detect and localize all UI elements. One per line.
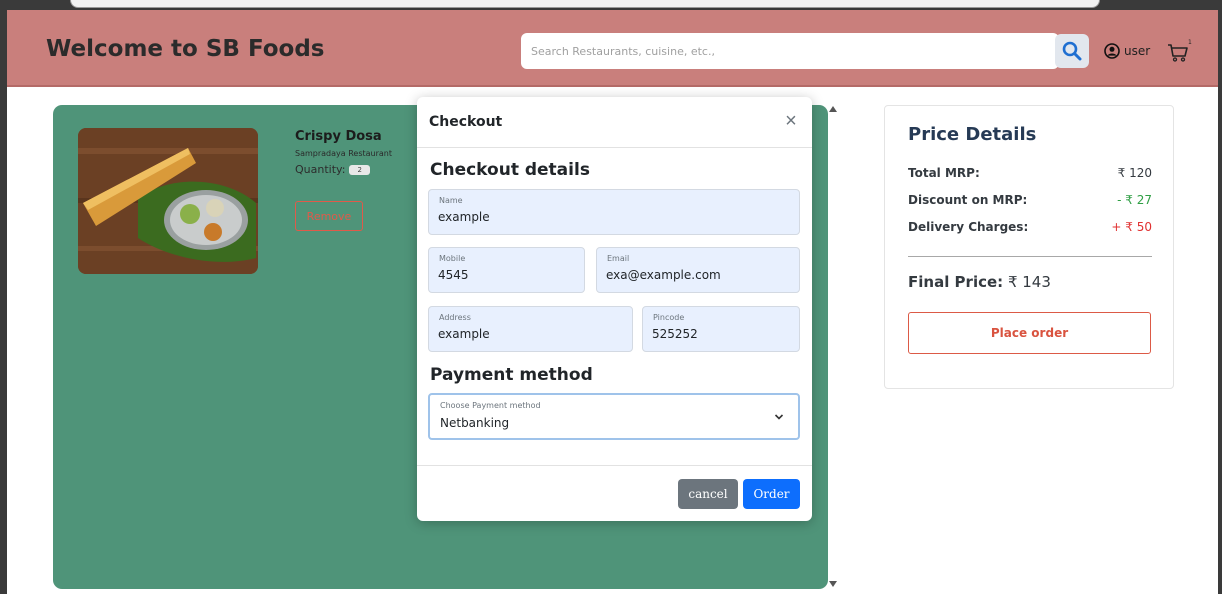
payment-method-heading: Payment method bbox=[430, 365, 593, 385]
payment-method-select[interactable]: Choose Payment method Netbanking bbox=[428, 393, 800, 440]
payment-method-label: Choose Payment method bbox=[440, 401, 541, 410]
mobile-field[interactable]: Mobile bbox=[428, 247, 585, 293]
checkout-details-heading: Checkout details bbox=[430, 160, 590, 180]
mobile-field-label: Mobile bbox=[439, 254, 466, 263]
payment-method-value: Netbanking bbox=[440, 416, 510, 430]
cancel-button[interactable]: cancel bbox=[678, 479, 738, 509]
email-input[interactable] bbox=[606, 268, 788, 282]
window-frame-left bbox=[0, 10, 7, 594]
address-bar-edge bbox=[70, 0, 1100, 8]
chevron-down-icon bbox=[774, 414, 784, 420]
window-frame-top bbox=[0, 0, 1222, 10]
checkout-modal: Checkout × Checkout details Name Mobile … bbox=[417, 97, 812, 521]
address-input[interactable] bbox=[438, 327, 621, 341]
modal-header: Checkout × bbox=[417, 97, 812, 148]
mobile-input[interactable] bbox=[438, 268, 578, 282]
window-frame-right bbox=[1218, 10, 1222, 594]
name-input[interactable] bbox=[438, 210, 771, 224]
address-field-label: Address bbox=[439, 313, 471, 322]
pincode-input[interactable] bbox=[652, 327, 793, 341]
email-field[interactable]: Email bbox=[596, 247, 800, 293]
name-field-label: Name bbox=[439, 196, 463, 205]
pincode-field-label: Pincode bbox=[653, 313, 685, 322]
name-field[interactable]: Name bbox=[428, 189, 800, 235]
address-field[interactable]: Address bbox=[428, 306, 633, 352]
close-icon[interactable]: × bbox=[780, 110, 802, 132]
email-field-label: Email bbox=[607, 254, 630, 263]
modal-title: Checkout bbox=[429, 114, 503, 130]
order-button[interactable]: Order bbox=[743, 479, 800, 509]
pincode-field[interactable]: Pincode bbox=[642, 306, 800, 352]
